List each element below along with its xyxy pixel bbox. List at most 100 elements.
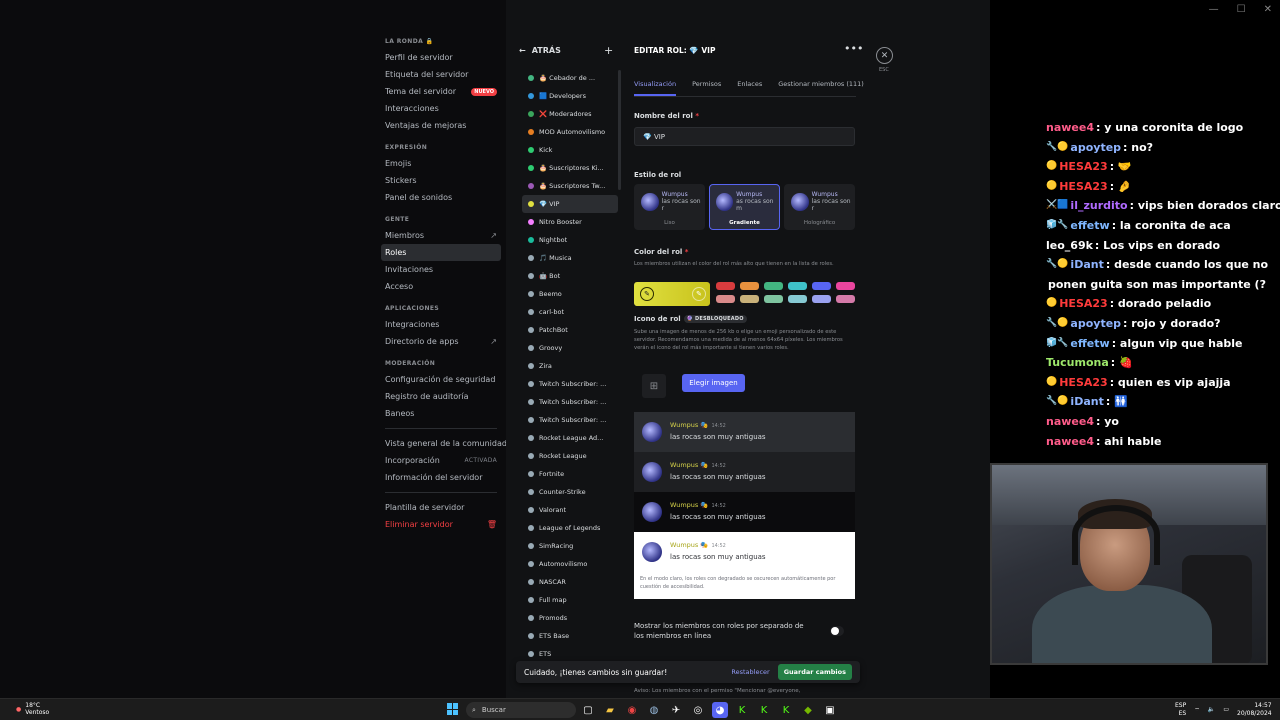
eyedropper-icon[interactable]: ✎ [692,287,706,301]
role-item[interactable]: Zira [522,357,618,375]
nav-community-overview[interactable]: Vista general de la comunidad [381,435,507,452]
role-item[interactable]: 🎵 Musica [522,249,618,267]
back-button[interactable]: ← ATRÁS [519,46,561,55]
tab-links[interactable]: Enlaces [737,80,762,96]
color-swatch[interactable] [788,282,807,290]
nav-access[interactable]: Acceso [381,278,501,295]
battery-icon[interactable]: ▭ [1223,706,1229,713]
chat-username[interactable]: il_zurdito [1070,196,1127,216]
more-options-icon[interactable]: ••• [844,42,863,55]
chat-username[interactable]: apoytep [1070,138,1121,158]
nav-boost-perks[interactable]: Ventajas de mejoras [381,117,501,134]
chat-username[interactable]: Tucumona [1046,353,1109,373]
role-name-input[interactable]: 💎 VIP [634,127,855,146]
roles-scrollbar[interactable] [618,70,621,190]
file-explorer-icon[interactable]: ▰ [602,702,618,718]
role-item[interactable]: MOD Automovilismo [522,123,618,141]
role-item[interactable]: Twitch Subscriber: ... [522,393,618,411]
role-item[interactable]: 🎂 Suscriptores Tw... [522,177,618,195]
role-item[interactable]: 🎂 Suscriptores Ki... [522,159,618,177]
nav-members[interactable]: Miembros ↗ [381,227,501,244]
nav-server-template[interactable]: Plantilla de servidor [381,499,501,516]
chat-username[interactable]: leo_69k [1046,236,1093,256]
minimize-button[interactable]: — [1209,4,1219,15]
color-swatch[interactable] [764,282,783,290]
color-swatch[interactable] [764,295,783,303]
discord-icon[interactable]: ◕ [712,702,728,718]
nav-app-directory[interactable]: Directorio de apps ↗ [381,333,501,350]
nav-delete-server[interactable]: Eliminar servidor 🗑 [381,516,501,533]
role-item[interactable]: PatchBot [522,321,618,339]
gradient-color-picker[interactable]: ✎ ✎ [634,282,710,306]
role-item[interactable]: Valorant [522,501,618,519]
role-item[interactable]: carl-bot [522,303,618,321]
role-item[interactable]: Automovilismo [522,555,618,573]
role-item[interactable]: NASCAR [522,573,618,591]
nav-stickers[interactable]: Stickers [381,172,501,189]
kick-icon[interactable]: K [734,702,750,718]
color-swatch[interactable] [812,282,831,290]
task-view-icon[interactable]: ▢ [580,702,596,718]
nav-interactions[interactable]: Interacciones [381,100,501,117]
color-swatch[interactable] [812,295,831,303]
chat-username[interactable]: nawee4 [1046,432,1094,452]
nav-server-tag[interactable]: Etiqueta del servidor [381,66,501,83]
eyedropper-icon[interactable]: ✎ [640,287,654,301]
nvidia-icon[interactable]: ◆ [800,702,816,718]
role-item[interactable]: Beemo [522,285,618,303]
chat-username[interactable]: HESA23 [1059,157,1107,177]
role-item[interactable]: Rocket League [522,447,618,465]
chat-username[interactable]: effetw [1070,334,1109,354]
chat-username[interactable]: iDant [1070,392,1103,412]
role-style-1[interactable]: Wumpus as rocas son m Gradiente [709,184,780,230]
role-item[interactable]: Nightbot [522,231,618,249]
role-item[interactable]: 🟦 Developers [522,87,618,105]
clock[interactable]: 14:57 20/08/2024 [1237,702,1272,717]
color-swatch[interactable] [740,282,759,290]
volume-icon[interactable]: 🔈 [1208,706,1215,713]
reset-button[interactable]: Restablecer [731,668,769,676]
chat-username[interactable]: iDant [1070,255,1103,275]
tab-permissions[interactable]: Permisos [692,80,721,96]
nav-server-insights[interactable]: Información del servidor [381,469,501,486]
app-icon[interactable]: ▣ [822,702,838,718]
nav-server-theme[interactable]: Tema del servidor NUEVO [381,83,501,100]
nav-emojis[interactable]: Emojis [381,155,501,172]
nav-safety-setup[interactable]: Configuración de seguridad [381,371,501,388]
role-item[interactable]: League of Legends [522,519,618,537]
nav-invites[interactable]: Invitaciones [381,261,501,278]
role-item[interactable]: Fortnite [522,465,618,483]
role-item[interactable]: Kick [522,141,618,159]
steam-icon[interactable]: ◍ [646,702,662,718]
role-item[interactable]: ❌ Moderadores [522,105,618,123]
kick-icon[interactable]: K [778,702,794,718]
choose-image-button[interactable]: Elegir imagen [682,374,745,392]
nav-roles[interactable]: Roles [381,244,501,261]
chat-username[interactable]: HESA23 [1059,373,1107,393]
nav-bans[interactable]: Baneos [381,405,501,422]
close-icon[interactable]: ✕ [876,47,893,64]
role-item[interactable]: Twitch Subscriber: ... [522,375,618,393]
role-item[interactable]: Nitro Booster [522,213,618,231]
role-style-2[interactable]: Wumpus las rocas son r Holográfico [784,184,855,230]
chat-username[interactable]: nawee4 [1046,118,1094,138]
color-swatch[interactable] [836,295,855,303]
chat-username[interactable]: apoytep [1070,314,1121,334]
app-icon[interactable]: ✈ [668,702,684,718]
wifi-icon[interactable]: ⌔ [1194,706,1200,714]
maximize-button[interactable]: ☐ [1237,4,1246,15]
obs-icon[interactable]: ◎ [690,702,706,718]
close-window-button[interactable]: ✕ [1264,4,1272,15]
tab-display[interactable]: Visualización [634,80,677,96]
save-changes-button[interactable]: Guardar cambios [777,664,852,680]
role-item[interactable]: ETS Base [522,627,618,645]
chat-username[interactable]: effetw [1070,216,1109,236]
nav-onboarding[interactable]: Incorporación ACTIVADA [381,452,501,469]
chat-username[interactable]: nawee4 [1046,412,1094,432]
nav-audit-log[interactable]: Registro de auditoría [381,388,501,405]
separate-members-toggle[interactable] [830,626,844,636]
nav-integrations[interactable]: Integraciones [381,316,501,333]
add-role-button[interactable]: + [604,44,613,57]
role-item[interactable]: Twitch Subscriber: ... [522,411,618,429]
color-swatch[interactable] [788,295,807,303]
